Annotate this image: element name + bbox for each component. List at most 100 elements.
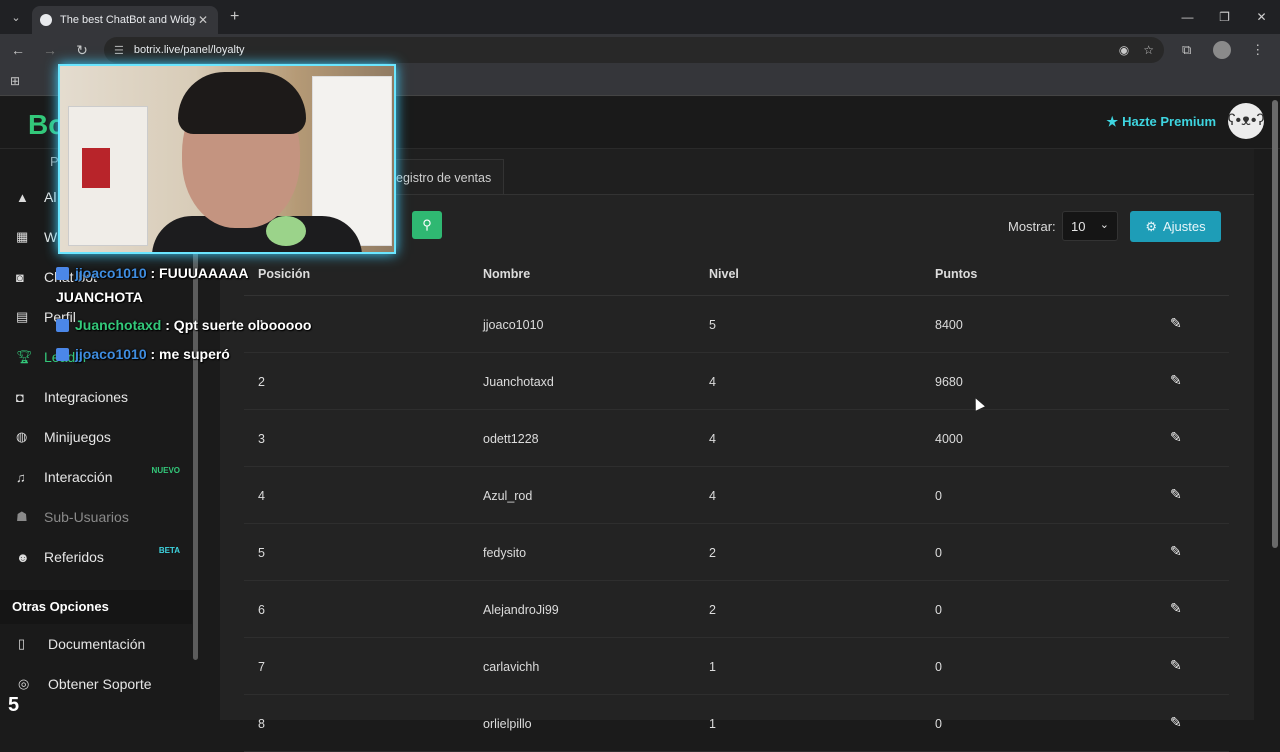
cell-position: 3 [258, 432, 265, 446]
cell-position: 2 [258, 375, 265, 389]
trophy-icon: 🏆︎ [16, 349, 33, 364]
user-avatar[interactable]: ʕ•ᴥ•ʔ [1228, 103, 1264, 139]
chat-message: jjoaco1010 : me superó [56, 346, 230, 362]
chat-username: Juanchotaxd [75, 317, 162, 333]
sidebar-item-label: Al [44, 189, 57, 205]
edit-icon[interactable]: ✎ [1170, 315, 1182, 332]
url-bar[interactable]: ☰ botrix.live/panel/loyalty ◉ ☆ [104, 37, 1164, 63]
favicon-icon [40, 14, 52, 26]
edit-icon[interactable]: ✎ [1170, 657, 1182, 674]
cell-position: 5 [258, 546, 265, 560]
sidebar-item-label: Documentación [48, 636, 146, 652]
edit-icon[interactable]: ✎ [1170, 600, 1182, 617]
eye-off-icon[interactable]: ◉ [1119, 43, 1129, 57]
show-label: Mostrar: [1008, 219, 1056, 234]
chat-message: JUANCHOTA [56, 289, 143, 305]
restore-icon[interactable]: ❐ [1206, 0, 1243, 34]
settings-button[interactable]: ⚙ Ajustes [1130, 211, 1221, 242]
edit-icon[interactable]: ✎ [1170, 543, 1182, 560]
cell-points: 9680 [935, 375, 963, 389]
tab-close-icon[interactable]: ✕ [196, 13, 210, 27]
tab-sales-log[interactable]: Registro de ventas [380, 159, 504, 195]
profile-avatar-icon[interactable] [1213, 41, 1232, 59]
cell-name: Juanchotaxd [483, 375, 554, 389]
premium-link[interactable]: ★ Hazte Premium [1106, 114, 1216, 130]
cell-level: 1 [709, 660, 716, 674]
cell-level: 4 [709, 432, 716, 446]
forward-icon[interactable]: → [36, 42, 64, 58]
star-icon: ★ [1106, 114, 1119, 129]
sidebar-item-referrals[interactable]: ☻ Referidos BETA [16, 546, 186, 565]
chat-username: jjoaco1010 [75, 346, 147, 362]
table-row: 5 fedysito 2 0 ✎ [244, 524, 1229, 581]
cell-name: jjoaco1010 [483, 318, 544, 332]
sidebar-item-support[interactable]: ◎ Obtener Soporte [18, 676, 152, 692]
user-plus-icon: ☻ [16, 549, 30, 565]
section-title: Otras Opciones [0, 590, 192, 624]
music-icon: ♫ [16, 469, 26, 485]
sidebar-item-label: Interacción [44, 469, 113, 485]
premium-label: Hazte Premium [1122, 114, 1216, 129]
apps-grid-icon[interactable]: ⊞ [10, 74, 20, 88]
extensions-icon[interactable]: ⧉ [1182, 42, 1191, 58]
window-controls: — ❐ ✕ [1169, 0, 1280, 34]
cell-name: AlejandroJi99 [483, 603, 559, 617]
users-icon: ☗ [16, 509, 28, 524]
new-tab-icon[interactable]: + [230, 8, 239, 26]
table-header: Posición Nombre Nivel Puntos [244, 256, 1229, 296]
edit-icon[interactable]: ✎ [1170, 486, 1182, 503]
table-row: 3 odett1228 4 4000 ✎ [244, 410, 1229, 467]
cell-name: carlavichh [483, 660, 540, 674]
support-icon: ◎ [18, 676, 30, 691]
leaderboard-panel: ⚲ Mostrar: 10 ⌄ ⚙ Ajustes Posición Nombre … [220, 194, 1254, 752]
table-row: 7 carlavichh 1 0 ✎ [244, 638, 1229, 695]
column-header: Puntos [935, 267, 978, 281]
chat-username: jjoaco1010 [75, 265, 147, 281]
table-row: 4 Azul_rod 4 0 ✎ [244, 467, 1229, 524]
sidebar-item-subusers[interactable]: ☗ Sub-Usuarios [16, 509, 186, 525]
sidebar-item-integrations[interactable]: ◘ Integraciones [16, 389, 186, 405]
browser-tab[interactable]: The best ChatBot and Widgets ✕ [32, 6, 218, 34]
cell-points: 0 [935, 546, 942, 560]
sidebar-item-minigames[interactable]: ◍ Minijuegos [16, 429, 186, 445]
bookmark-star-icon[interactable]: ☆ [1143, 43, 1154, 57]
edit-icon[interactable]: ✎ [1170, 372, 1182, 389]
discord-icon: ◘ [16, 389, 24, 405]
cell-points: 0 [935, 489, 942, 503]
chat-text: JUANCHOTA [56, 289, 143, 305]
webcam-plush-toy [266, 216, 306, 246]
reload-icon[interactable]: ↻ [68, 42, 96, 59]
site-info-icon[interactable]: ☰ [114, 44, 124, 57]
edit-icon[interactable]: ✎ [1170, 714, 1182, 731]
cell-name: fedysito [483, 546, 527, 560]
back-icon[interactable]: ← [4, 42, 32, 58]
sidebar-item-interaction[interactable]: ♫ Interacción NUEVO [16, 466, 186, 485]
webcam-overlay [58, 64, 396, 254]
table-row: 8 orlielpillo 1 0 ✎ [244, 695, 1229, 752]
new-badge: NUEVO [151, 466, 180, 475]
profile-icon: ▤ [16, 309, 29, 324]
chat-message: Juanchotaxd : Qpt suerte oloooooo [56, 317, 311, 333]
settings-label: Ajustes [1163, 219, 1206, 234]
close-window-icon[interactable]: ✕ [1243, 0, 1280, 34]
beta-badge: BETA [158, 546, 180, 555]
sidebar-item-documentation[interactable]: ▯ Documentación [18, 636, 145, 652]
cell-position: 4 [258, 489, 265, 503]
tab-search-icon[interactable]: ⌄ [0, 0, 32, 34]
cell-level: 4 [709, 375, 716, 389]
chat-text: : Qpt suerte oloooooo [165, 317, 312, 333]
sidebar-item-label: Minijuegos [44, 429, 111, 445]
cell-name: orlielpillo [483, 717, 532, 731]
page-size-select[interactable]: 10 ⌄ [1062, 211, 1118, 241]
browser-tabbar: ⌄ The best ChatBot and Widgets ✕ + — ❐ ✕ [0, 0, 1280, 34]
cell-points: 0 [935, 603, 942, 617]
edit-icon[interactable]: ✎ [1170, 429, 1182, 446]
cell-position: 7 [258, 660, 265, 674]
minimize-icon[interactable]: — [1169, 0, 1206, 34]
menu-more-icon[interactable]: ⋮ [1251, 42, 1264, 58]
search-button[interactable]: ⚲ [412, 211, 442, 239]
cell-level: 2 [709, 603, 716, 617]
address-bar-row: ← → ↻ ☰ botrix.live/panel/loyalty ◉ ☆ ⧉ … [0, 34, 1280, 66]
page-scrollbar[interactable] [1272, 100, 1278, 548]
overlay-number: 5 [8, 694, 20, 716]
